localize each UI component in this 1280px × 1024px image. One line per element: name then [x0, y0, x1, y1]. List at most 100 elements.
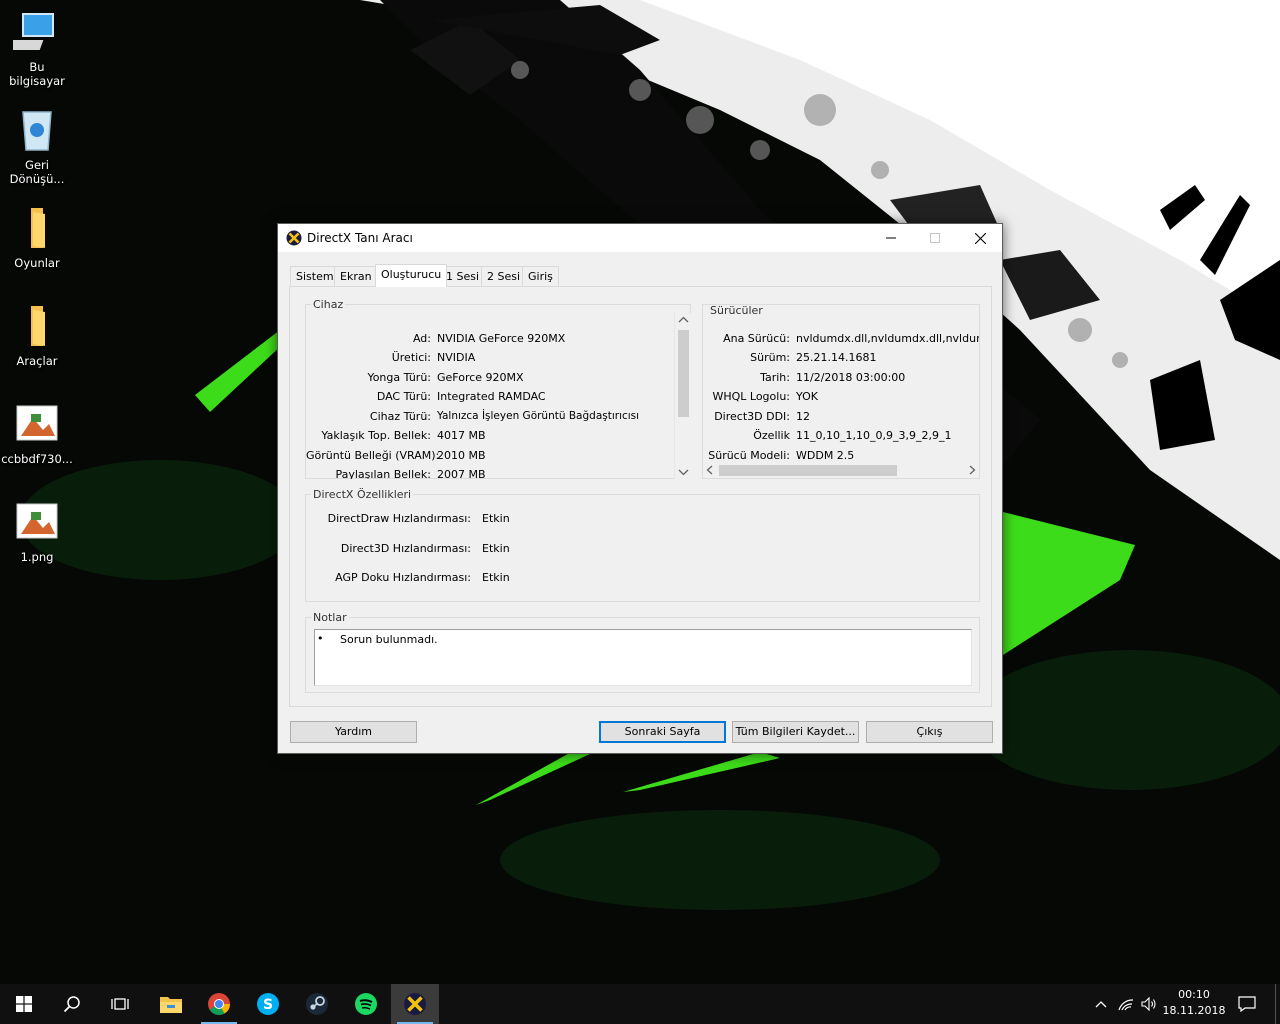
- search-button[interactable]: [48, 984, 96, 1024]
- task-view-icon: [111, 998, 129, 1010]
- file-explorer-icon: [160, 997, 182, 1013]
- device-row: Paylaşılan Bellek: 2007 MB: [306, 468, 699, 479]
- desktop: Bu bilgisayar Geri Dönüşü... Oyunlar Ara…: [0, 0, 1280, 984]
- scroll-up-icon[interactable]: [675, 313, 692, 327]
- this-pc-icon: [3, 8, 61, 56]
- driver-value: 25.21.14.1681: [796, 351, 877, 364]
- device-key: Cihaz Türü:: [369, 410, 431, 423]
- title-bar[interactable]: DirectX Tanı Aracı: [278, 224, 1002, 252]
- desktop-icon-this-pc[interactable]: Bu bilgisayar: [0, 8, 74, 88]
- device-value: Integrated RAMDAC: [437, 390, 546, 403]
- desktop-icon-label: Oyunlar: [14, 256, 60, 270]
- tab-2-sesi[interactable]: 2 Sesi: [481, 266, 527, 287]
- device-key: DAC Türü:: [376, 390, 431, 403]
- scroll-left-icon[interactable]: [703, 462, 717, 478]
- desktop-icon-label: 1.png: [20, 550, 54, 564]
- feature-key: DirectDraw Hızlandırması:: [327, 512, 471, 525]
- tab-panel: Cihaz Ad: NVIDIA GeForce 920MX Üretici: …: [289, 286, 992, 707]
- device-key: Yaklaşık Top. Bellek:: [321, 429, 431, 442]
- taskbar-directx-diagnostic[interactable]: [391, 984, 439, 1024]
- next-page-button[interactable]: Sonraki Sayfa: [599, 721, 726, 743]
- device-value: 4017 MB: [437, 429, 486, 442]
- notes-textbox[interactable]: • Sorun bulunmadı.: [314, 629, 972, 686]
- tab-sistem[interactable]: Sistem: [290, 266, 340, 287]
- device-value: GeForce 920MX: [437, 371, 524, 384]
- scroll-right-icon[interactable]: [965, 462, 979, 478]
- driver-value: nvldumdx.dll,nvldumdx.dll,nvldumdx.d: [796, 332, 979, 345]
- device-vertical-scrollbar[interactable]: [674, 313, 691, 479]
- driver-key: Sürücü Modeli:: [708, 449, 790, 462]
- device-row: Üretici: NVIDIA: [306, 351, 699, 365]
- driver-key: Sürüm:: [750, 351, 790, 364]
- device-row: Ad: NVIDIA GeForce 920MX: [306, 332, 699, 346]
- save-all-info-button[interactable]: Tüm Bilgileri Kaydet...: [732, 721, 859, 743]
- scroll-down-icon[interactable]: [675, 465, 692, 479]
- driver-value: YOK: [796, 390, 818, 403]
- taskbar-chrome[interactable]: [195, 984, 243, 1024]
- device-key: Görüntü Belleği (VRAM):: [306, 449, 440, 462]
- driver-value: WDDM 2.5: [796, 449, 855, 462]
- drivers-group-title: Sürücüler: [708, 304, 765, 317]
- minimize-button[interactable]: [868, 224, 914, 252]
- start-button[interactable]: [0, 984, 48, 1024]
- device-group-title: Cihaz: [311, 298, 346, 311]
- device-row: Görüntü Belleği (VRAM): 2010 MB: [306, 449, 699, 463]
- desktop-icon-oyunlar[interactable]: Oyunlar: [0, 204, 74, 270]
- volume-button[interactable]: [1138, 984, 1160, 1024]
- scroll-thumb[interactable]: [719, 465, 897, 476]
- features-group-title: DirectX Özellikleri: [311, 488, 414, 501]
- desktop-icon-1png[interactable]: 1.png: [0, 498, 74, 564]
- chrome-icon: [208, 993, 230, 1015]
- taskbar-skype[interactable]: S: [244, 984, 292, 1024]
- device-key: Yonga Türü:: [367, 371, 431, 384]
- chevron-up-icon: [1095, 1001, 1107, 1008]
- show-desktop-button[interactable]: [1275, 984, 1280, 1024]
- task-view-button[interactable]: [96, 984, 144, 1024]
- device-value: 2007 MB: [437, 468, 486, 479]
- directx-icon: [404, 993, 426, 1015]
- desktop-icon-label: ccbbdf730...: [1, 452, 73, 466]
- desktop-icon-araclar[interactable]: Araçlar: [0, 302, 74, 368]
- driver-value: 11_0,10_1,10_0,9_3,9_2,9_1: [796, 429, 952, 442]
- svg-text:S: S: [263, 997, 273, 1013]
- minimize-icon: [886, 237, 896, 239]
- driver-value: 12: [796, 410, 810, 423]
- drivers-group: Sürücüler Ana Sürücü: nvldumdx.dll,nvldu…: [702, 304, 980, 479]
- help-button[interactable]: Yardım: [290, 721, 417, 743]
- device-group: Cihaz Ad: NVIDIA GeForce 920MX Üretici: …: [305, 298, 691, 479]
- clock-time: 00:10: [1178, 988, 1210, 1001]
- taskbar-steam[interactable]: [293, 984, 341, 1024]
- tab-ekran[interactable]: Ekran: [334, 266, 378, 287]
- driver-key: Ana Sürücü:: [723, 332, 790, 345]
- volume-icon: [1141, 997, 1156, 1011]
- taskbar-spotify[interactable]: [342, 984, 390, 1024]
- network-button[interactable]: [1115, 984, 1137, 1024]
- scroll-thumb[interactable]: [678, 330, 689, 417]
- tab-olusturucu[interactable]: Oluşturucu: [375, 264, 448, 287]
- device-row: Cihaz Türü: Yalnızca İşleyen Görüntü Bağ…: [306, 410, 699, 424]
- show-hidden-icons-button[interactable]: [1090, 984, 1112, 1024]
- desktop-icon-recycle-bin[interactable]: Geri Dönüşü...: [0, 106, 74, 186]
- tab-giris[interactable]: Giriş: [522, 266, 559, 287]
- feature-value: Etkin: [482, 542, 510, 555]
- exit-button[interactable]: Çıkış: [866, 721, 993, 743]
- notes-group: Notlar • Sorun bulunmadı.: [305, 611, 980, 693]
- close-button[interactable]: [957, 224, 1003, 252]
- close-icon: [974, 232, 986, 244]
- device-key: Üretici:: [391, 351, 431, 364]
- clock-date: 18.11.2018: [1162, 1004, 1226, 1017]
- wifi-icon: [1118, 999, 1134, 1011]
- notes-item: Sorun bulunmadı.: [340, 633, 438, 646]
- device-row: Yonga Türü: GeForce 920MX: [306, 371, 699, 385]
- desktop-icon-ccbbdf730[interactable]: ccbbdf730...: [0, 400, 74, 466]
- driver-key: Tarih:: [760, 371, 790, 384]
- action-center-button[interactable]: [1232, 984, 1262, 1024]
- device-value: Yalnızca İşleyen Görüntü Bağdaştırıcısı: [437, 410, 640, 422]
- feature-key: AGP Doku Hızlandırması:: [335, 571, 471, 584]
- drivers-horizontal-scrollbar[interactable]: [703, 462, 979, 478]
- device-key: Ad:: [412, 332, 431, 345]
- device-row: DAC Türü: Integrated RAMDAC: [306, 390, 699, 404]
- taskbar-file-explorer[interactable]: [147, 984, 195, 1024]
- search-icon: [63, 996, 80, 1013]
- taskbar-clock[interactable]: 00:10 18.11.2018: [1160, 987, 1228, 1019]
